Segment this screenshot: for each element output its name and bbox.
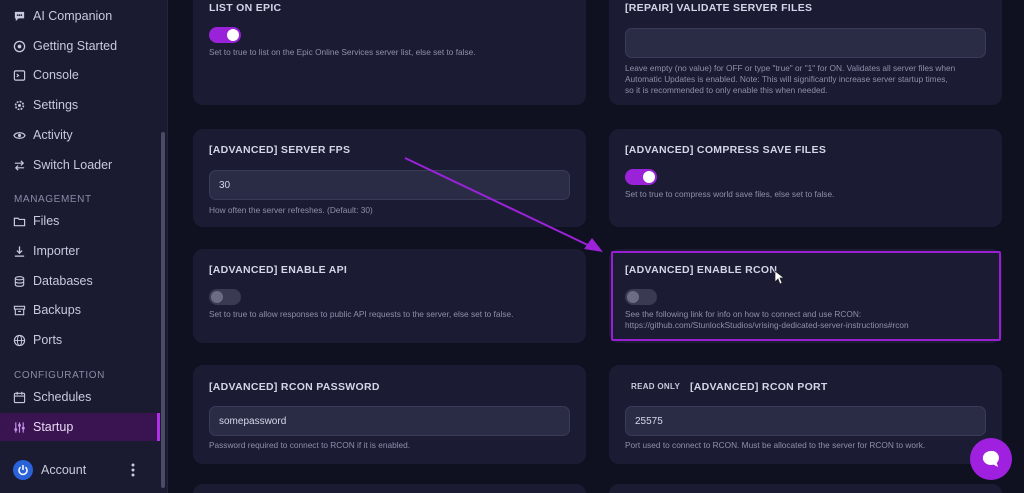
sidebar-item-label: Activity — [33, 128, 73, 142]
sidebar-item-files[interactable]: Files — [0, 207, 160, 235]
sidebar-item-label: Ports — [33, 333, 63, 347]
chat-bubble-icon — [982, 450, 999, 467]
card-title: [ADVANCED] ENABLE API — [209, 264, 348, 276]
database-icon — [14, 275, 25, 287]
card-list-on-epic: LIST ON EPIC Set to true to list on the … — [193, 0, 586, 105]
sidebar: AI Companion Getting Started Console Set… — [0, 0, 168, 493]
sidebar-item-ai-companion[interactable]: AI Companion — [0, 2, 160, 30]
section-label-configuration: CONFIGURATION — [14, 370, 105, 381]
rcon-password-input[interactable]: somepassword — [209, 406, 570, 436]
card-validate-server-files: [REPAIR] VALIDATE SERVER FILES Leave emp… — [609, 0, 1002, 105]
sidebar-item-label: AI Companion — [33, 9, 113, 23]
section-label-management: MANAGEMENT — [14, 194, 92, 205]
folder-icon — [13, 217, 26, 226]
sidebar-item-schedules[interactable]: Schedules — [0, 383, 160, 411]
sidebar-item-label: Backups — [33, 303, 81, 317]
highlight-box — [611, 251, 1001, 341]
card-description: Port used to connect to RCON. Must be al… — [625, 440, 926, 450]
card-title: [REPAIR] VALIDATE SERVER FILES — [625, 2, 813, 14]
compress-save-files-toggle[interactable] — [625, 169, 657, 185]
avatar — [13, 460, 33, 480]
list-on-epic-toggle[interactable] — [209, 27, 241, 43]
sidebar-item-label: Schedules — [33, 390, 92, 404]
card-title: [ADVANCED] COMPRESS SAVE FILES — [625, 144, 827, 156]
chat-support-button[interactable] — [970, 438, 1012, 480]
card-rcon-password: [ADVANCED] RCON PASSWORD somepassword Pa… — [193, 365, 586, 464]
sidebar-item-importer[interactable]: Importer — [0, 237, 160, 265]
sliders-icon — [14, 421, 25, 433]
swap-icon — [14, 159, 25, 171]
card-partial — [609, 484, 1002, 493]
sidebar-item-databases[interactable]: Databases — [0, 267, 160, 295]
globe-icon — [13, 334, 26, 346]
calendar-icon — [13, 391, 26, 403]
card-description: Set to true to allow responses to public… — [209, 309, 514, 319]
download-icon — [14, 245, 25, 257]
account-label: Account — [41, 463, 87, 477]
card-partial — [193, 484, 586, 493]
card-description: Set to true to compress world save files… — [625, 189, 835, 199]
annotation-arrowhead — [584, 238, 603, 252]
power-icon — [18, 465, 28, 476]
sidebar-item-activity[interactable]: Activity — [0, 121, 160, 149]
card-title: [ADVANCED] RCON PORT — [690, 381, 828, 393]
more-options-icon[interactable] — [128, 462, 138, 478]
sidebar-item-label: Getting Started — [33, 39, 118, 53]
sidebar-item-settings[interactable]: Settings — [0, 91, 160, 119]
card-enable-api: [ADVANCED] ENABLE API Set to true to all… — [193, 249, 586, 343]
card-description: Set to true to list on the Epic Online S… — [209, 47, 476, 57]
card-description: Password required to connect to RCON if … — [209, 440, 411, 450]
sidebar-item-label: Console — [33, 68, 79, 82]
sidebar-item-ports[interactable]: Ports — [0, 326, 160, 354]
sidebar-item-startup[interactable]: Startup — [0, 413, 160, 441]
validate-server-files-input[interactable] — [625, 28, 986, 58]
sidebar-item-label: Startup — [33, 420, 74, 434]
sidebar-item-label: Switch Loader — [33, 158, 113, 172]
sidebar-item-getting-started[interactable]: Getting Started — [0, 32, 160, 60]
enable-api-toggle[interactable] — [209, 289, 241, 305]
rcon-port-input[interactable]: 25575 — [625, 406, 986, 436]
toggle-knob — [643, 171, 655, 183]
chat-icon — [14, 11, 25, 21]
sidebar-item-label: Importer — [33, 244, 80, 258]
server-fps-input[interactable]: 30 — [209, 170, 570, 200]
card-description: How often the server refreshes. (Default… — [209, 205, 373, 215]
card-compress-save-files: [ADVANCED] COMPRESS SAVE FILES Set to tr… — [609, 129, 1002, 227]
compass-icon — [13, 40, 26, 52]
sidebar-scrollbar[interactable] — [161, 132, 165, 488]
card-description: Leave empty (no value) for OFF or type "… — [625, 63, 955, 96]
description-line: Leave empty (no value) for OFF or type "… — [625, 63, 956, 73]
card-rcon-port: READ ONLY [ADVANCED] RCON PORT 25575 Por… — [609, 365, 1002, 464]
read-only-badge: READ ONLY — [631, 382, 681, 391]
sidebar-item-console[interactable]: Console — [0, 61, 160, 89]
toggle-knob — [227, 29, 239, 41]
eye-icon — [13, 131, 26, 139]
sidebar-item-label: Files — [33, 214, 60, 228]
description-line: so it is recommended to only enable this… — [625, 85, 828, 95]
sidebar-item-backups[interactable]: Backups — [0, 296, 160, 324]
card-title: [ADVANCED] SERVER FPS — [209, 144, 351, 156]
sidebar-item-label: Databases — [33, 274, 93, 288]
sidebar-item-label: Settings — [33, 98, 79, 112]
description-line: Automatic Updates is enabled. Note: This… — [625, 74, 948, 84]
toggle-knob — [211, 291, 223, 303]
gear-icon — [14, 100, 25, 110]
sidebar-item-switch-loader[interactable]: Switch Loader — [0, 151, 160, 179]
card-server-fps: [ADVANCED] SERVER FPS 30 How often the s… — [193, 129, 586, 227]
terminal-icon — [13, 69, 26, 81]
card-title: LIST ON EPIC — [209, 2, 282, 14]
archive-icon — [13, 305, 26, 315]
card-title: [ADVANCED] RCON PASSWORD — [209, 381, 380, 393]
